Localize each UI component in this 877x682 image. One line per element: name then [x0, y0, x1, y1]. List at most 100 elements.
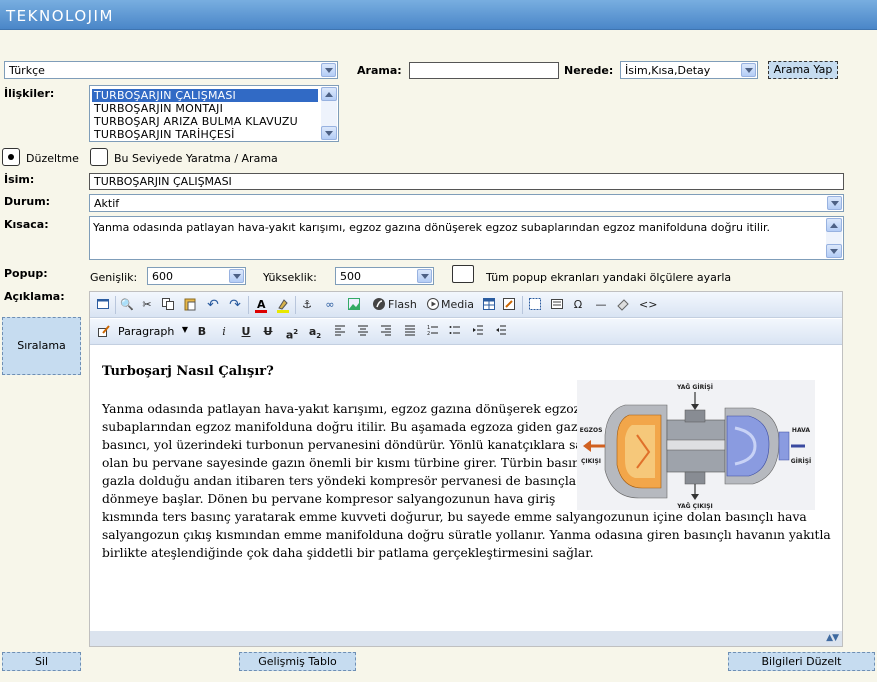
flash-label[interactable]: Flash	[388, 297, 417, 313]
genislik-label: Genişlik:	[90, 271, 138, 284]
strikethrough-icon[interactable]: U	[262, 324, 274, 340]
editor-content[interactable]: Turboşarj Nasıl Çalışır? Yanma odasında …	[90, 346, 842, 632]
yaratma-label: Bu Seviyede Yaratma / Arama	[114, 152, 278, 165]
fullscreen-icon[interactable]	[96, 297, 110, 313]
eraser-icon[interactable]	[615, 297, 631, 313]
sil-button[interactable]: Sil	[2, 652, 81, 671]
siralama-button[interactable]: Sıralama	[2, 317, 81, 375]
svg-text:2: 2	[427, 331, 430, 336]
undo-icon[interactable]: ↶	[206, 297, 220, 313]
iliskiler-label: İlişkiler:	[4, 87, 55, 100]
list-item[interactable]: TURBOŞARJIN TARİHÇESİ	[92, 128, 318, 141]
bullet-list-icon[interactable]	[448, 324, 462, 340]
nerede-select[interactable]: İsim,Kısa,Detay	[620, 61, 758, 79]
special-char-icon[interactable]: Ω	[572, 297, 584, 313]
indent-icon[interactable]	[471, 324, 485, 340]
list-item[interactable]: TURBOŞARJIN ÇALIŞMASI	[92, 89, 318, 102]
scroll-down-icon[interactable]	[321, 126, 337, 140]
listbox-scrollbar[interactable]	[321, 87, 337, 140]
numbered-list-icon[interactable]: 12	[426, 324, 440, 340]
text-color-icon[interactable]: A	[254, 297, 268, 313]
align-left-icon[interactable]	[333, 324, 347, 340]
table-props-icon[interactable]	[501, 297, 517, 313]
media-label[interactable]: Media	[441, 297, 475, 313]
svg-text:A: A	[257, 298, 266, 311]
underline-icon[interactable]: U	[240, 324, 252, 340]
anchor-icon[interactable]: ⚓	[300, 297, 314, 313]
media-icon[interactable]	[426, 297, 440, 313]
kisaca-textarea[interactable]: Yanma odasında patlayan hava-yakıt karış…	[89, 216, 844, 260]
copy-icon[interactable]	[160, 297, 176, 313]
image-label-right2: GİRİŞİ	[791, 458, 812, 465]
align-justify-icon[interactable]	[403, 324, 417, 340]
rich-text-editor[interactable]: 🔍 ✂ ↶ ↷ A ⚓ ∞ Flash Media Ω — <> Paragra…	[89, 291, 843, 647]
content-line: kısmında ters basınç yaratarak emme kuvv…	[102, 510, 807, 524]
horizontal-rule-icon[interactable]: —	[594, 297, 608, 313]
show-blocks-icon[interactable]	[527, 297, 543, 313]
align-right-icon[interactable]	[379, 324, 393, 340]
chevron-down-icon[interactable]	[321, 63, 336, 77]
paste-icon[interactable]	[182, 297, 198, 313]
popup-all-checkbox[interactable]	[452, 265, 474, 283]
search-input[interactable]	[409, 62, 559, 79]
iliskiler-listbox[interactable]: TURBOŞARJIN ÇALIŞMASI TURBOŞARJIN MONTAJ…	[89, 85, 339, 142]
chevron-down-icon[interactable]	[741, 63, 756, 77]
image-label-bottom: YAĞ ÇIKIŞI	[676, 503, 713, 510]
template-icon[interactable]	[549, 297, 565, 313]
language-select[interactable]: Türkçe	[4, 61, 338, 79]
flash-icon[interactable]	[372, 297, 386, 313]
find-icon[interactable]: 🔍	[119, 297, 135, 313]
image-label-right1: HAVA	[792, 427, 810, 434]
app-header: TEKNOLOJIM	[0, 0, 877, 30]
content-line: olan bu pervane sayesinde gazın önemli b…	[102, 456, 595, 470]
nerede-label: Nerede:	[564, 64, 614, 77]
content-line: dönmeye başlar. Dönen bu pervane kompres…	[102, 492, 556, 506]
cut-icon[interactable]: ✂	[140, 297, 154, 313]
superscript-icon[interactable]: a2	[285, 324, 299, 342]
yukseklik-select[interactable]: 500	[335, 267, 434, 285]
table-icon[interactable]	[481, 297, 497, 313]
align-center-icon[interactable]	[356, 324, 370, 340]
duzeltme-radio[interactable]	[2, 148, 20, 166]
image-label-left2: ÇIKIŞI	[581, 458, 601, 465]
textarea-scrollbar[interactable]	[826, 218, 842, 258]
turbocharger-image: YAĞ GİRİŞİ EGZOS ÇIKIŞI HAVA GİRİŞİ YAĞ …	[577, 380, 815, 510]
yaratma-radio[interactable]	[90, 148, 108, 166]
scroll-up-icon[interactable]	[826, 218, 842, 232]
list-item[interactable]: TURBOŞARJ ARIZA BULMA KLAVUZU	[92, 115, 318, 128]
chevron-down-icon[interactable]	[417, 269, 432, 283]
edit-style-icon[interactable]	[96, 324, 112, 340]
yukseklik-label: Yükseklik:	[263, 271, 317, 284]
chevron-down-icon[interactable]	[827, 196, 842, 210]
kisaca-label: Kısaca:	[4, 218, 49, 231]
scroll-down-icon[interactable]	[826, 244, 842, 258]
source-code-icon[interactable]: <>	[639, 297, 657, 313]
resize-arrows-icon[interactable]: ▲▼	[826, 633, 839, 643]
gelismis-tablo-button[interactable]: Gelişmiş Tablo	[239, 652, 356, 671]
list-item[interactable]: TURBOŞARJIN MONTAJI	[92, 102, 318, 115]
content-line: subaplarından egzoz manifolduna doğru it…	[102, 420, 590, 434]
outdent-icon[interactable]	[494, 324, 508, 340]
editor-statusbar: ▲▼	[90, 631, 842, 646]
image-label-left1: EGZOS	[580, 427, 603, 434]
popup-label: Popup:	[4, 267, 48, 280]
content-line: gazla dolduğu andan itibaren ters yöndek…	[102, 474, 577, 488]
format-select[interactable]: Paragraph ▼	[116, 324, 190, 340]
bold-icon[interactable]: B	[196, 324, 208, 340]
scroll-up-icon[interactable]	[321, 87, 337, 101]
italic-icon[interactable]: i	[218, 324, 230, 340]
genislik-select[interactable]: 600	[147, 267, 246, 285]
chevron-down-icon[interactable]	[229, 269, 244, 283]
durum-select[interactable]: Aktif	[89, 194, 844, 212]
image-icon[interactable]	[346, 297, 362, 313]
editor-toolbar-1: 🔍 ✂ ↶ ↷ A ⚓ ∞ Flash Media Ω — <>	[90, 292, 842, 318]
bilgileri-duzelt-button[interactable]: Bilgileri Düzelt	[728, 652, 875, 671]
highlight-icon[interactable]	[276, 297, 290, 313]
content-line: birlikte ateşlendiğinde çok daha şiddetl…	[102, 546, 594, 560]
content-line: Yanma odasında patlayan hava-yakıt karış…	[102, 402, 581, 416]
redo-icon[interactable]: ↷	[228, 297, 242, 313]
link-icon[interactable]: ∞	[322, 297, 338, 313]
search-button[interactable]: Arama Yap	[768, 61, 838, 79]
isim-input[interactable]: TURBOŞARJIN ÇALIŞMASI	[89, 173, 844, 190]
subscript-icon[interactable]: a2	[308, 324, 322, 340]
